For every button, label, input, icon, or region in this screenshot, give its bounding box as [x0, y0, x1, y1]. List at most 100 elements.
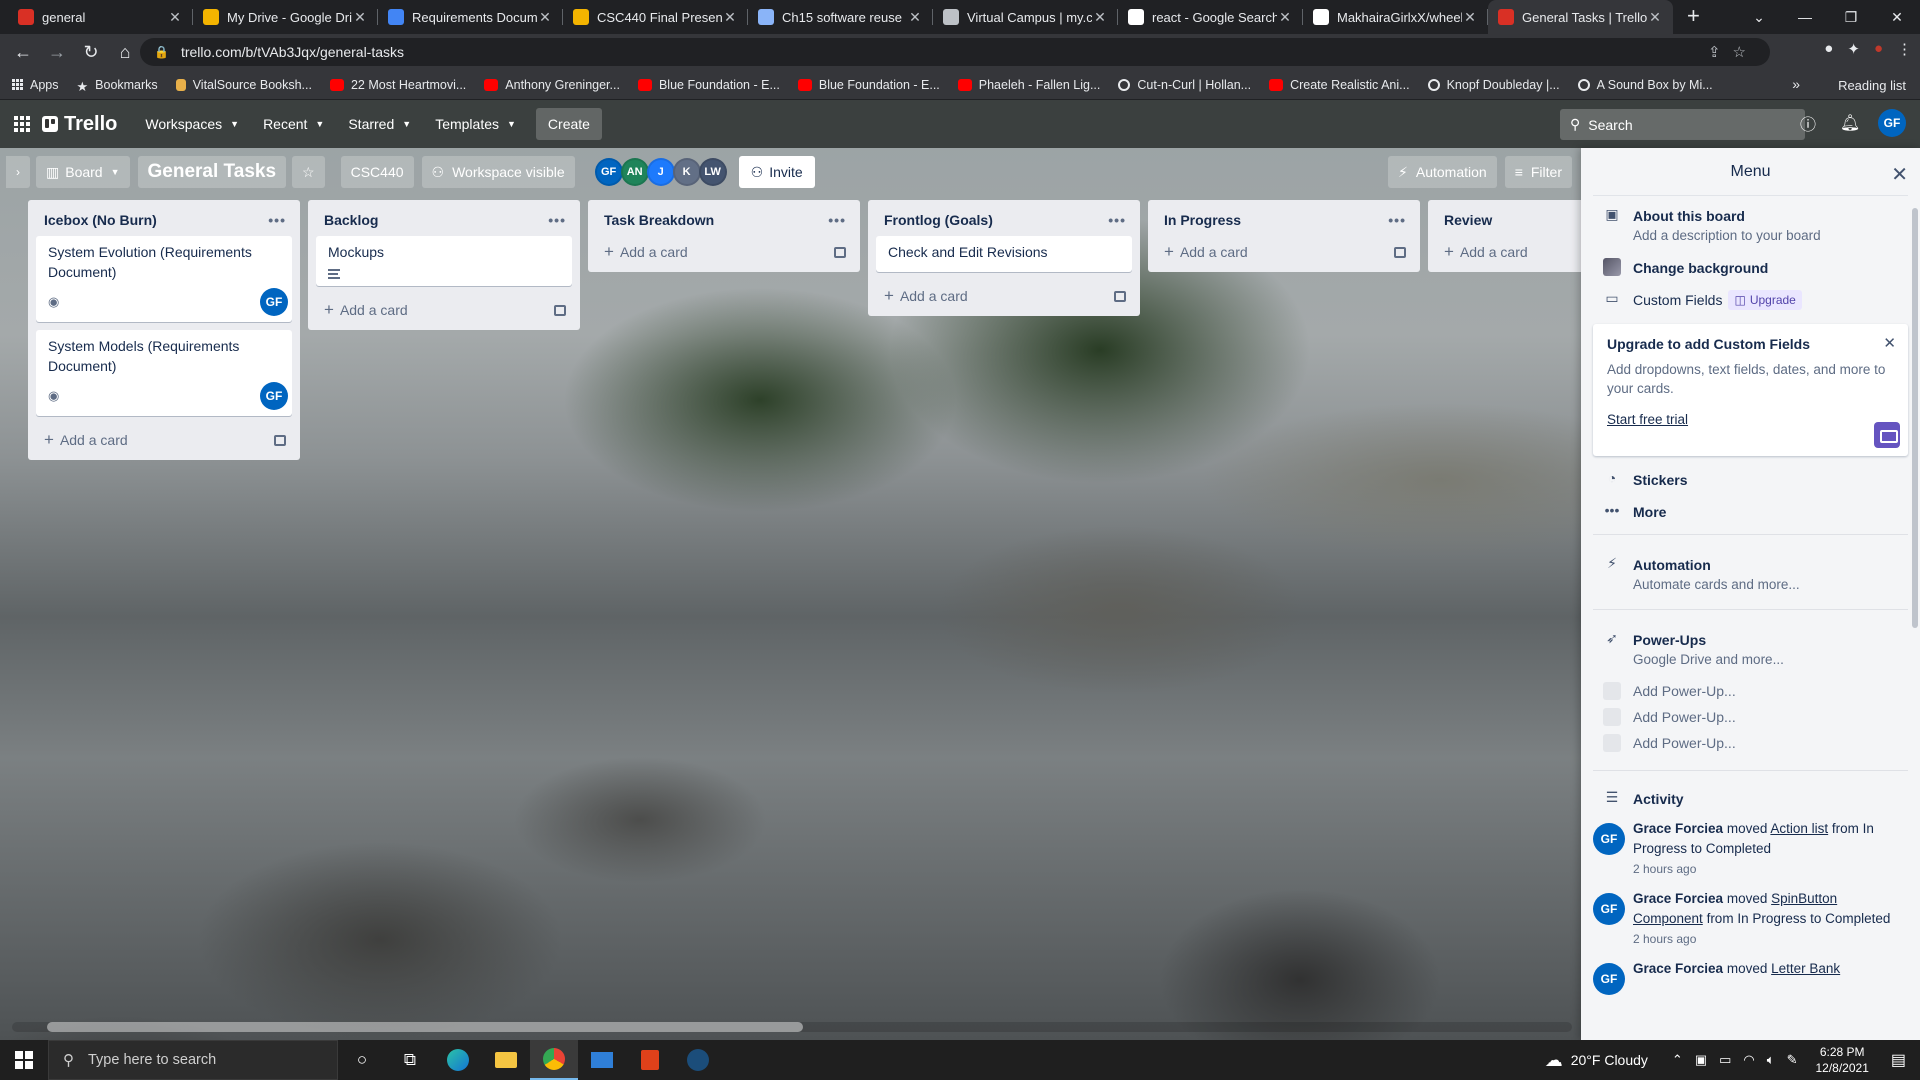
browser-tab[interactable]: Ch15 software reuse ✕ [748, 0, 933, 34]
bookmark-item[interactable]: Create Realistic Ani... [1269, 78, 1410, 92]
list-title[interactable]: Review [1444, 212, 1492, 228]
member-avatar[interactable]: GF [594, 158, 623, 186]
board-title[interactable]: General Tasks [137, 156, 287, 188]
upgrade-badge[interactable]: ◫ Upgrade [1728, 290, 1802, 310]
member-avatar[interactable]: J [646, 158, 675, 186]
menu-more[interactable]: ••• More [1581, 490, 1920, 522]
activity-card-link[interactable]: Action list [1770, 821, 1828, 836]
activity-avatar[interactable]: GF [1593, 893, 1625, 925]
list-menu-icon[interactable]: ••• [268, 212, 286, 228]
tab-search-icon[interactable]: ⌄ [1736, 0, 1782, 34]
invite-button[interactable]: ⚇ Invite [738, 156, 815, 188]
board-view-switcher[interactable]: ▥ Board ▼ [36, 156, 130, 188]
weather-widget[interactable]: ☁ 20°F Cloudy [1545, 1050, 1648, 1071]
wifi-icon[interactable]: ◠ [1743, 1052, 1754, 1068]
close-tab-icon[interactable]: ✕ [1462, 9, 1478, 26]
card-template-icon[interactable] [274, 434, 286, 446]
activity-card-link[interactable]: Letter Bank [1771, 961, 1840, 976]
menu-scrollbar[interactable] [1912, 208, 1918, 628]
list-title[interactable]: Frontlog (Goals) [884, 212, 993, 228]
bookmark-item[interactable]: Phaeleh - Fallen Lig... [957, 78, 1100, 92]
network-icon[interactable]: ▣ [1695, 1052, 1707, 1068]
bookmark-item[interactable]: ★ Bookmarks [77, 78, 158, 94]
bell-icon[interactable]: 🔔︎ [1836, 109, 1864, 137]
battery-icon[interactable]: ▭ [1719, 1052, 1731, 1068]
add-card-button[interactable]: + Add a card [312, 294, 576, 324]
kebab-menu-icon[interactable]: ⋮ [1897, 40, 1912, 58]
menu-about-board[interactable]: ▣ About this board Add a description to … [1581, 196, 1920, 246]
bookmark-item[interactable]: Knopf Doubleday |... [1427, 78, 1560, 92]
add-power-up-item[interactable]: Add Power-Up... [1581, 670, 1920, 700]
bookmark-item[interactable]: Anthony Greninger... [484, 78, 620, 92]
browser-tab[interactable]: react - Google Search ✕ [1118, 0, 1303, 34]
list-card[interactable]: System Models (Requirements Document) ◉ GF [36, 330, 292, 416]
card-template-icon[interactable] [1114, 290, 1126, 302]
app-switcher-icon[interactable] [14, 116, 30, 132]
address-bar[interactable]: 🔒 trello.com/b/tVAb3Jqx/general-tasks ⇪☆ [140, 38, 1770, 66]
add-card-button[interactable]: + Add a card [592, 236, 856, 266]
forward-icon[interactable]: → [40, 42, 74, 63]
list-card[interactable]: Check and Edit Revisions [876, 236, 1132, 272]
bookmark-item[interactable]: A Sound Box by Mi... [1577, 78, 1713, 92]
list-header[interactable]: Task Breakdown ••• [592, 208, 856, 236]
list-header[interactable]: Frontlog (Goals) ••• [872, 208, 1136, 236]
member-avatar[interactable]: AN [620, 158, 649, 186]
notification-icon[interactable]: ▤ [1891, 1050, 1906, 1070]
menu-recent[interactable]: Recent ▼ [251, 108, 336, 140]
bookmark-item[interactable]: VitalSource Booksh... [175, 78, 312, 92]
back-icon[interactable]: ← [6, 42, 40, 63]
sidebar-toggle-icon[interactable]: › [6, 156, 30, 188]
file-explorer-icon[interactable] [482, 1040, 530, 1080]
bookmark-item[interactable]: Apps [12, 78, 59, 92]
menu-templates[interactable]: Templates ▼ [423, 108, 528, 140]
close-tab-icon[interactable]: ✕ [537, 9, 553, 26]
card-template-icon[interactable] [1394, 246, 1406, 258]
info-icon[interactable]: ⓘ [1794, 109, 1822, 137]
card-template-icon[interactable] [554, 304, 566, 316]
add-card-button[interactable]: + Add a card [32, 424, 296, 454]
puzzle-icon[interactable]: ✦ [1847, 40, 1860, 58]
share-star-icons[interactable]: ⇪☆ [1708, 43, 1758, 61]
menu-automation[interactable]: ⚡︎ Automation Automate cards and more... [1581, 535, 1920, 595]
list-title[interactable]: Icebox (No Burn) [44, 212, 157, 228]
list-card[interactable]: Mockups [316, 236, 572, 286]
list-menu-icon[interactable]: ••• [828, 212, 846, 228]
card-member-avatar[interactable]: GF [260, 288, 288, 316]
browser-tab[interactable]: CSC440 Final Presenta ✕ [563, 0, 748, 34]
card-template-icon[interactable] [834, 246, 846, 258]
activity-user[interactable]: Grace Forciea [1633, 891, 1723, 906]
bookmark-item[interactable]: Cut-n-Curl | Hollan... [1118, 78, 1251, 92]
browser-tab[interactable]: Requirements Docume ✕ [378, 0, 563, 34]
bookmark-item[interactable]: 22 Most Heartmovi... [329, 78, 466, 92]
activity-time[interactable]: 2 hours ago [1633, 859, 1908, 879]
menu-custom-fields[interactable]: ▭ Custom Fields ◫ Upgrade [1581, 278, 1920, 310]
close-icon[interactable]: ✕ [1891, 162, 1908, 187]
task-view-icon[interactable]: ⧉ [386, 1040, 434, 1080]
list-header[interactable]: In Progress ••• [1152, 208, 1416, 236]
steam-icon[interactable] [674, 1040, 722, 1080]
minimize-button[interactable]: — [1782, 0, 1828, 34]
maximize-button[interactable]: ❐ [1828, 0, 1874, 34]
close-icon[interactable]: ✕ [1883, 334, 1896, 352]
bookmark-item[interactable]: Blue Foundation - E... [797, 78, 940, 92]
clock[interactable]: 6:28 PM 12/8/2021 [1815, 1044, 1868, 1076]
profile-icon[interactable]: ● [1874, 40, 1883, 58]
list-header[interactable]: Icebox (No Burn) ••• [32, 208, 296, 236]
close-tab-icon[interactable]: ✕ [1647, 9, 1663, 26]
visibility-button[interactable]: ⚇ Workspace visible [421, 156, 575, 188]
volume-icon[interactable]: 🔈︎ [1767, 1052, 1775, 1068]
list-title[interactable]: Task Breakdown [604, 212, 714, 228]
mail-icon[interactable] [578, 1040, 626, 1080]
reading-list-button[interactable]: Reading list [1838, 78, 1906, 93]
menu-power-ups[interactable]: ➶ Power-Ups Google Drive and more... [1581, 610, 1920, 670]
add-power-up-item[interactable]: Add Power-Up... [1581, 700, 1920, 726]
home-icon[interactable]: ⌂ [108, 42, 142, 63]
activity-avatar[interactable]: GF [1593, 963, 1625, 995]
list-title[interactable]: Backlog [324, 212, 378, 228]
menu-workspaces[interactable]: Workspaces ▼ [133, 108, 251, 140]
close-tab-icon[interactable]: ✕ [1277, 9, 1293, 26]
close-tab-icon[interactable]: ✕ [352, 9, 368, 26]
edge-icon[interactable] [434, 1040, 482, 1080]
browser-tab[interactable]: Virtual Campus | my.c ✕ [933, 0, 1118, 34]
close-tab-icon[interactable]: ✕ [1092, 9, 1108, 26]
